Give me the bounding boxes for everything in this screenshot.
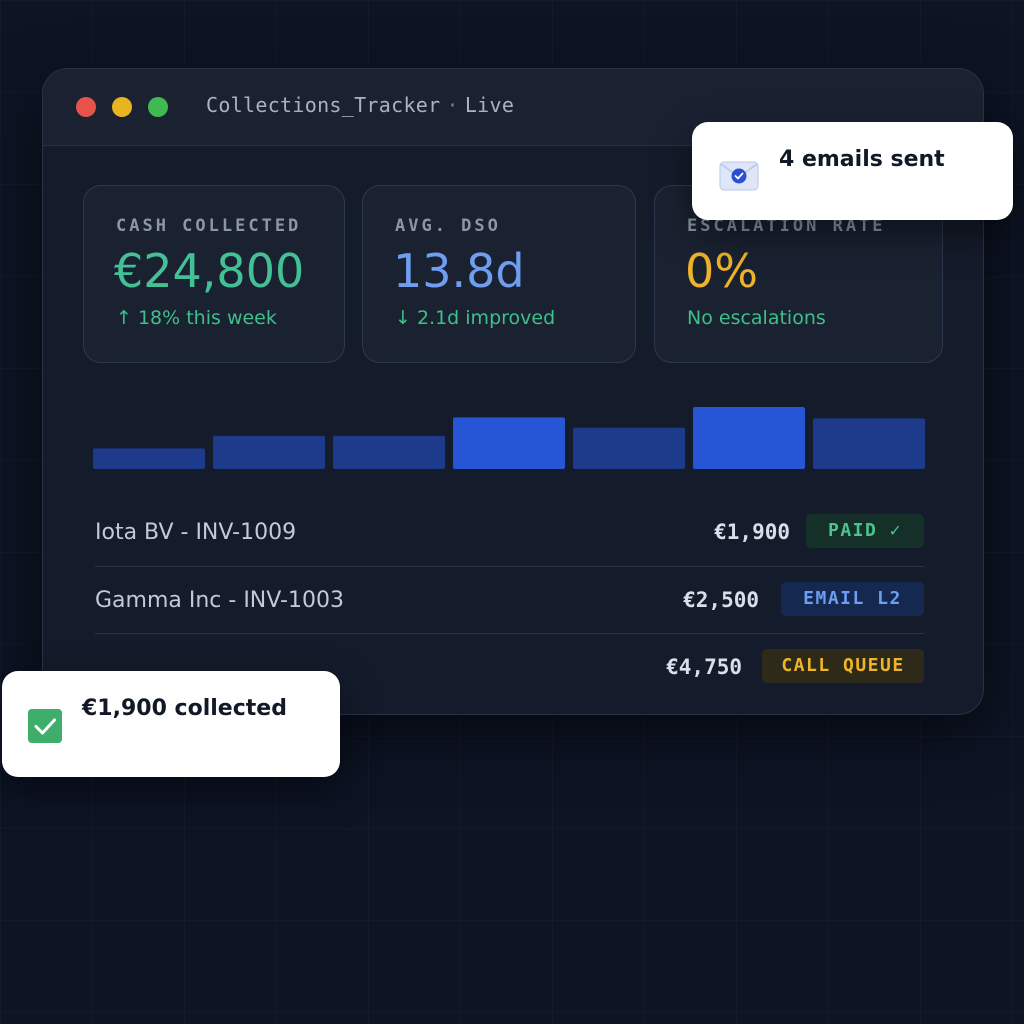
toast-message: 4 emails sent <box>779 147 945 172</box>
kpi-value: 0% <box>685 244 758 298</box>
status-badge-call-queue: CALL QUEUE <box>762 649 924 683</box>
kpi-card-avg-dso: AVG. DSO 13.8d ↓ 2.1d improved <box>362 185 636 363</box>
toast-payment-collected[interactable]: €1,900 collected <box>2 671 340 777</box>
close-window-button[interactable] <box>76 97 96 117</box>
invoice-amount: €1,900 <box>714 520 790 544</box>
kpi-trend: ↓ 2.1d improved <box>395 307 556 329</box>
minimize-window-button[interactable] <box>112 97 132 117</box>
chart-bar <box>93 448 205 469</box>
kpi-card-cash-collected: CASH COLLECTED €24,800 ↑ 18% this week <box>83 185 345 363</box>
maximize-window-button[interactable] <box>148 97 168 117</box>
invoice-row[interactable]: Iota BV - INV-1009 €1,900 PAID ✓ <box>95 499 924 565</box>
chart-bar <box>453 417 565 469</box>
invoice-row[interactable]: Gamma Inc - INV-1003 €2,500 EMAIL L2 <box>95 566 924 633</box>
chart-bar <box>573 427 685 469</box>
kpi-label: AVG. DSO <box>395 216 501 236</box>
kpi-label: CASH COLLECTED <box>116 216 302 236</box>
invoice-amount: €4,750 <box>666 655 742 679</box>
invoice-name: Iota BV - INV-1009 <box>95 520 297 545</box>
check-icon <box>28 709 62 743</box>
chart-bar <box>213 435 325 469</box>
kpi-trend: No escalations <box>687 307 826 329</box>
live-status: Live <box>464 93 515 117</box>
chart-bar <box>693 407 805 469</box>
kpi-value: €24,800 <box>114 244 305 298</box>
window-title: Collections_Tracker · Live <box>206 93 514 117</box>
invoice-amount: €2,500 <box>683 588 759 612</box>
title-separator: · <box>446 93 459 117</box>
chart-bar <box>813 418 925 469</box>
envelope-icon <box>719 161 759 191</box>
kpi-value: 13.8d <box>393 244 525 298</box>
toast-message: €1,900 collected <box>82 696 287 721</box>
chart-bar <box>333 435 445 469</box>
status-badge-email: EMAIL L2 <box>781 582 924 616</box>
invoice-name: Gamma Inc - INV-1003 <box>95 588 344 613</box>
bar-chart-svg <box>93 407 925 469</box>
window-title-text: Collections_Tracker <box>206 93 441 117</box>
collections-bar-chart <box>93 391 925 469</box>
toast-emails-sent[interactable]: 4 emails sent <box>692 122 1013 220</box>
kpi-trend: ↑ 18% this week <box>116 307 277 329</box>
status-badge-paid: PAID ✓ <box>806 514 924 548</box>
